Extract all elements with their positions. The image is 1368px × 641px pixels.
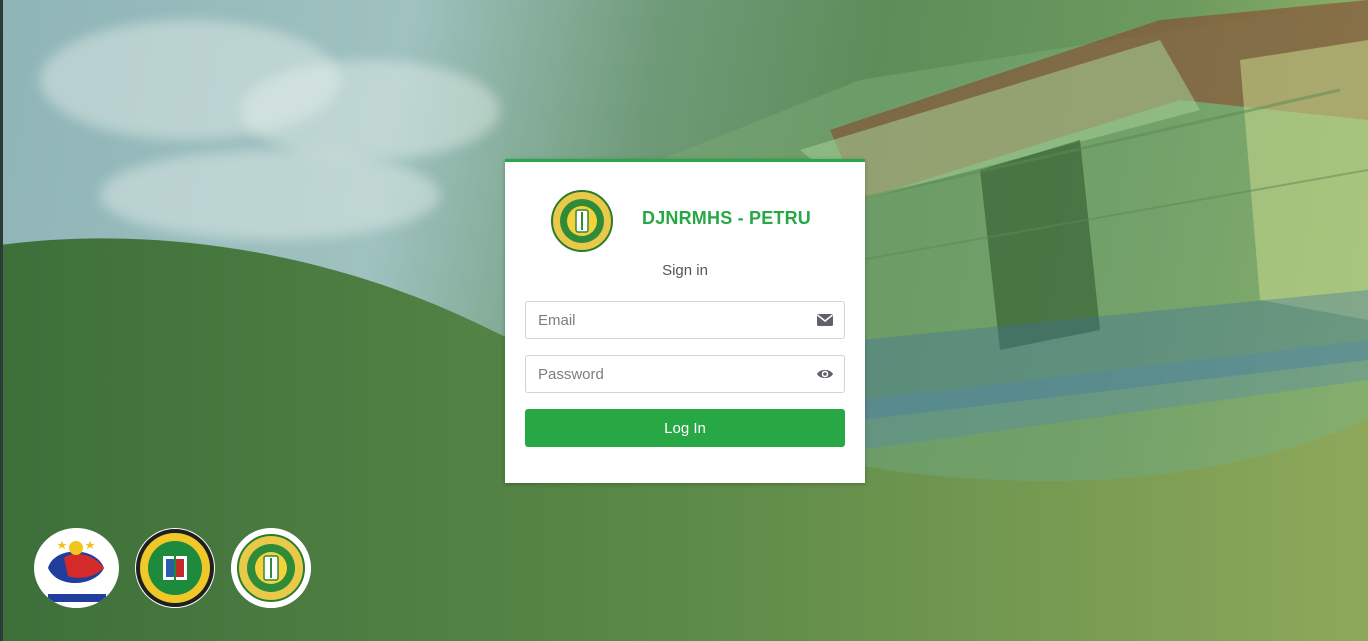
email-input[interactable]: [526, 302, 806, 338]
login-card: DJNRMHS - PETRU Sign in Log In: [505, 159, 865, 483]
password-field-wrapper: [525, 355, 845, 393]
brand-header: DJNRMHS - PETRU: [505, 188, 865, 254]
envelope-icon: [817, 314, 833, 326]
petru-seal-logo: [231, 528, 311, 608]
bagong-pilipinas-logo: [34, 528, 119, 608]
sign-in-heading: Sign in: [662, 262, 708, 279]
left-edge-strip: [0, 0, 3, 641]
password-input[interactable]: [526, 356, 806, 392]
email-field-wrapper: [525, 301, 845, 339]
eye-icon[interactable]: [816, 365, 834, 383]
brand-title: DJNRMHS - PETRU: [642, 208, 812, 228]
login-button[interactable]: Log In: [525, 409, 845, 447]
petru-seal-logo: [550, 189, 614, 253]
department-of-health-seal: [135, 528, 215, 608]
